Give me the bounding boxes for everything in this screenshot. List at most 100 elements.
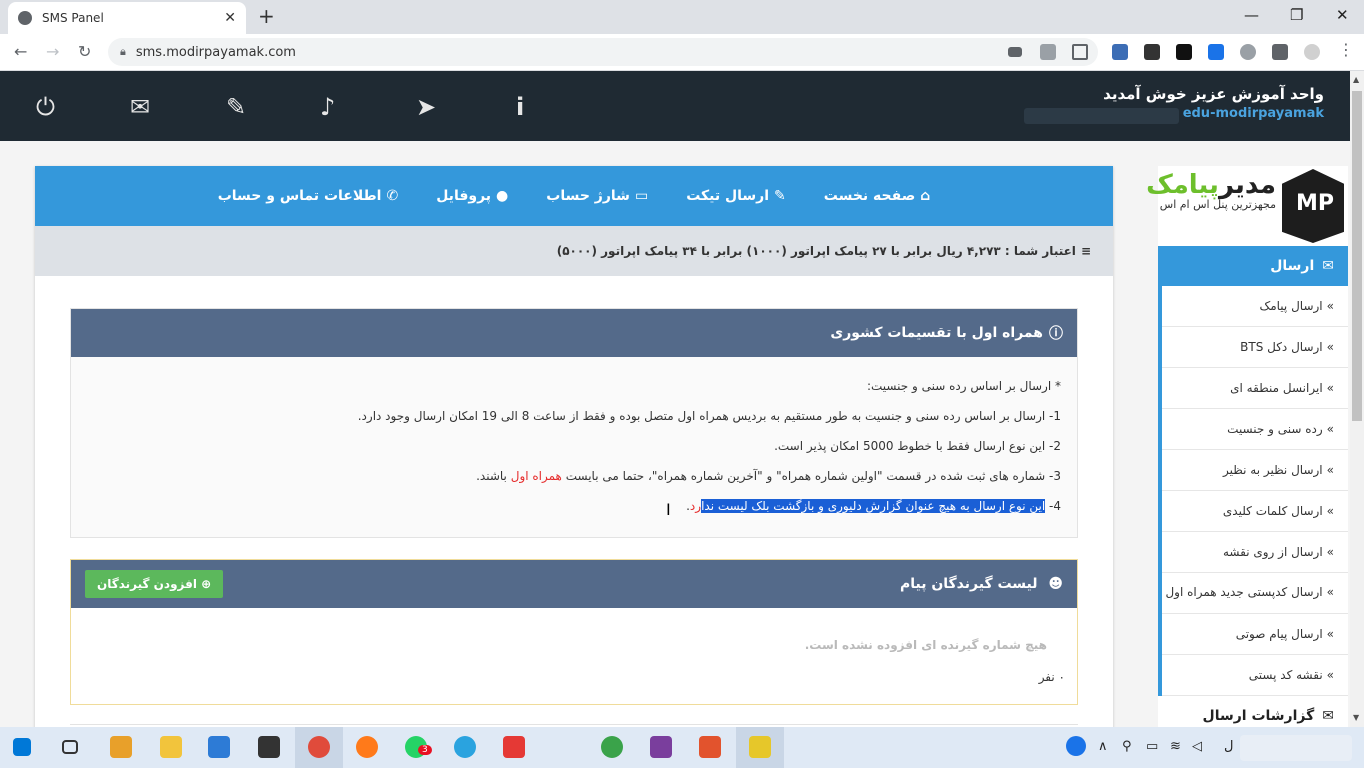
chevron-icon: » bbox=[1326, 627, 1334, 641]
tab-title: SMS Panel bbox=[42, 11, 104, 25]
translate-icon[interactable] bbox=[1040, 44, 1056, 60]
search-app-icon[interactable] bbox=[110, 736, 132, 758]
windows-start-icon[interactable] bbox=[13, 738, 31, 756]
sidebar-item-voice[interactable]: » ارسال پیام صوتی bbox=[1162, 614, 1348, 655]
send-icon[interactable]: ➤ bbox=[416, 93, 436, 121]
extension-user-icon[interactable] bbox=[1112, 44, 1128, 60]
volume-icon[interactable]: ◁ bbox=[1192, 739, 1202, 754]
profile-avatar[interactable] bbox=[1304, 44, 1320, 60]
browser-tab[interactable]: SMS Panel ✕ bbox=[8, 2, 246, 34]
welcome-text: واحد آموزش عزیز خوش آمدید bbox=[1103, 85, 1324, 103]
brand-logo[interactable]: MP مدیرپیامک مجهزترین پنل اس ام اس bbox=[1146, 166, 1348, 246]
extension-m-icon[interactable] bbox=[1144, 44, 1160, 60]
sidebar-item-keywords[interactable]: » ارسال کلمات کلیدی bbox=[1162, 491, 1348, 532]
recipients-panel-title: لیست گیرندگان پیام bbox=[899, 576, 1038, 592]
info-icon[interactable]: i bbox=[516, 93, 524, 121]
forward-button[interactable]: → bbox=[46, 42, 59, 61]
extension-globe-icon[interactable] bbox=[1240, 44, 1256, 60]
sidebar-item-age-gender[interactable]: » رده سنی و جنسیت bbox=[1162, 409, 1348, 450]
sidebar-section-send[interactable]: ✉ ارسال bbox=[1158, 246, 1348, 286]
envelope-icon: ✉ bbox=[1322, 708, 1334, 724]
winrar-icon[interactable] bbox=[650, 736, 672, 758]
sidebar-item-peer-to-peer[interactable]: » ارسال نظیر به نظیر bbox=[1162, 450, 1348, 491]
flash-app-icon[interactable] bbox=[552, 736, 574, 758]
scroll-down-arrow-icon[interactable]: ▼ bbox=[1353, 713, 1359, 722]
back-button[interactable]: ← bbox=[14, 42, 27, 61]
add-recipients-label: افزودن گیرندگان bbox=[97, 577, 197, 591]
info-panel-body: * ارسال بر اساس رده سنی و جنسیت: 1- ارسا… bbox=[71, 357, 1077, 521]
new-tab-button[interactable]: + bbox=[258, 4, 275, 28]
nav-home[interactable]: ⌂ صفحه نخست bbox=[824, 188, 931, 204]
info-line-4-selected: این نوع ارسال به هیچ عنوان گزارش دلیوری … bbox=[701, 499, 1046, 513]
mail-app-icon[interactable] bbox=[258, 736, 280, 758]
reload-button[interactable]: ↻ bbox=[78, 42, 91, 61]
url-bar[interactable]: 🔒︎ sms.modirpayamak.com bbox=[108, 38, 1098, 66]
info-circle-icon: ⓘ bbox=[1049, 326, 1063, 342]
ticket-icon[interactable]: ✎ bbox=[226, 93, 246, 121]
firefox-icon[interactable] bbox=[356, 736, 378, 758]
camtasia-icon[interactable] bbox=[699, 736, 721, 758]
extension-people-icon[interactable] bbox=[1208, 44, 1224, 60]
scroll-thumb[interactable] bbox=[1352, 91, 1362, 421]
file-explorer-icon[interactable] bbox=[160, 736, 182, 758]
sidebar-item-postcode-map[interactable]: » نقشه کد پستی bbox=[1162, 655, 1348, 696]
chrome-icon[interactable] bbox=[308, 736, 330, 758]
key-icon[interactable] bbox=[1008, 47, 1022, 57]
chevron-icon: » bbox=[1326, 585, 1334, 599]
tab-close-icon[interactable]: ✕ bbox=[224, 10, 236, 26]
sidebar-item-bts[interactable]: » ارسال دکل BTS bbox=[1162, 327, 1348, 368]
info-line-3-a: 3- شماره های ثبت شده در قسمت "اولین شمار… bbox=[561, 469, 1061, 483]
task-view-icon[interactable] bbox=[62, 740, 78, 754]
info-line-4-red: رد bbox=[689, 499, 702, 513]
user-icon: ● bbox=[496, 188, 509, 204]
chevron-icon: » bbox=[1326, 463, 1334, 477]
nav-profile[interactable]: ● پروفایل bbox=[436, 188, 508, 204]
bookmark-star-icon[interactable] bbox=[1072, 44, 1088, 60]
nav-send-ticket[interactable]: ✎ ارسال تیکت bbox=[686, 188, 786, 204]
top-navigation: ⌂ صفحه نخست ✎ ارسال تیکت ▭ شارژ حساب ● پ… bbox=[35, 166, 1113, 226]
page-scrollbar[interactable]: ▲ ▼ bbox=[1350, 71, 1364, 727]
mail-icon[interactable]: ✉ bbox=[130, 93, 150, 121]
microphone-icon[interactable]: ⚲ bbox=[1122, 739, 1132, 754]
chevron-up-icon[interactable]: ∧ bbox=[1098, 739, 1108, 754]
info-line-0: * ارسال بر اساس رده سنی و جنسیت: bbox=[866, 379, 1061, 393]
network-app-icon[interactable] bbox=[601, 736, 623, 758]
language-indicator[interactable]: ل bbox=[1224, 739, 1233, 754]
add-recipients-button[interactable]: ⊕ افزودن گیرندگان bbox=[85, 570, 224, 598]
bell-icon[interactable]: ♪ bbox=[320, 93, 335, 121]
windows-taskbar: 3 ∧ ⚲ ▭ ≋ ◁ ل bbox=[0, 727, 1364, 768]
extensions-puzzle-icon[interactable] bbox=[1272, 44, 1288, 60]
recipients-count: ۰ نفر bbox=[1038, 670, 1065, 684]
main-content: ⌂ صفحه نخست ✎ ارسال تیکت ▭ شارژ حساب ● پ… bbox=[35, 166, 1113, 736]
sidebar-item-irancell-region[interactable]: » ایرانسل منطقه ای bbox=[1162, 368, 1348, 409]
sidebar-item-map[interactable]: » ارسال از روی نقشه bbox=[1162, 532, 1348, 573]
scroll-up-arrow-icon[interactable]: ▲ bbox=[1353, 75, 1359, 84]
sidebar-item-send-sms[interactable]: » ارسال پیامک bbox=[1162, 286, 1348, 327]
sidebar-item-postcode[interactable]: » ارسال کدپستی جدید همراه اول bbox=[1162, 573, 1348, 614]
restore-button[interactable]: ❐ bbox=[1290, 6, 1303, 24]
chevron-icon: » bbox=[1326, 668, 1334, 682]
window-close-button[interactable]: ✕ bbox=[1336, 6, 1349, 24]
plus-circle-icon: ⊕ bbox=[201, 577, 212, 591]
browser-tab-strip: SMS Panel ✕ + — ❐ ✕ bbox=[0, 0, 1364, 34]
empty-recipients-text: هیچ شماره گیرنده ای افزوده نشده است. bbox=[804, 638, 1047, 652]
menu-kebab-icon[interactable]: ⋮ bbox=[1338, 40, 1354, 59]
help-icon[interactable] bbox=[1066, 736, 1086, 756]
nav-contact-info[interactable]: ✆ اطلاعات تماس و حساب bbox=[218, 188, 398, 204]
wifi-icon[interactable]: ≋ bbox=[1170, 739, 1181, 754]
power-icon[interactable]: ⏻ bbox=[36, 93, 55, 121]
nav-charge-account[interactable]: ▭ شارژ حساب bbox=[546, 188, 648, 204]
logo-title: مدیرپیامک bbox=[1146, 170, 1276, 200]
battery-icon[interactable]: ▭ bbox=[1146, 739, 1158, 754]
extension-play-icon[interactable] bbox=[1176, 44, 1192, 60]
info-line-4-prefix: 4- bbox=[1045, 499, 1061, 513]
recorder-icon[interactable] bbox=[749, 736, 771, 758]
anydesk-icon[interactable] bbox=[503, 736, 525, 758]
store-icon[interactable] bbox=[208, 736, 230, 758]
minimize-button[interactable]: — bbox=[1244, 6, 1259, 24]
telegram-icon[interactable] bbox=[454, 736, 476, 758]
info-line-3: 3- شماره های ثبت شده در قسمت "اولین شمار… bbox=[87, 461, 1061, 491]
envelope-icon: ✉ bbox=[1322, 258, 1334, 274]
info-panel: ⓘ همراه اول با تقسیمات کشوری * ارسال بر … bbox=[70, 308, 1078, 538]
sidebar-send-list: » ارسال پیامک » ارسال دکل BTS » ایرانسل منط… bbox=[1158, 286, 1348, 696]
